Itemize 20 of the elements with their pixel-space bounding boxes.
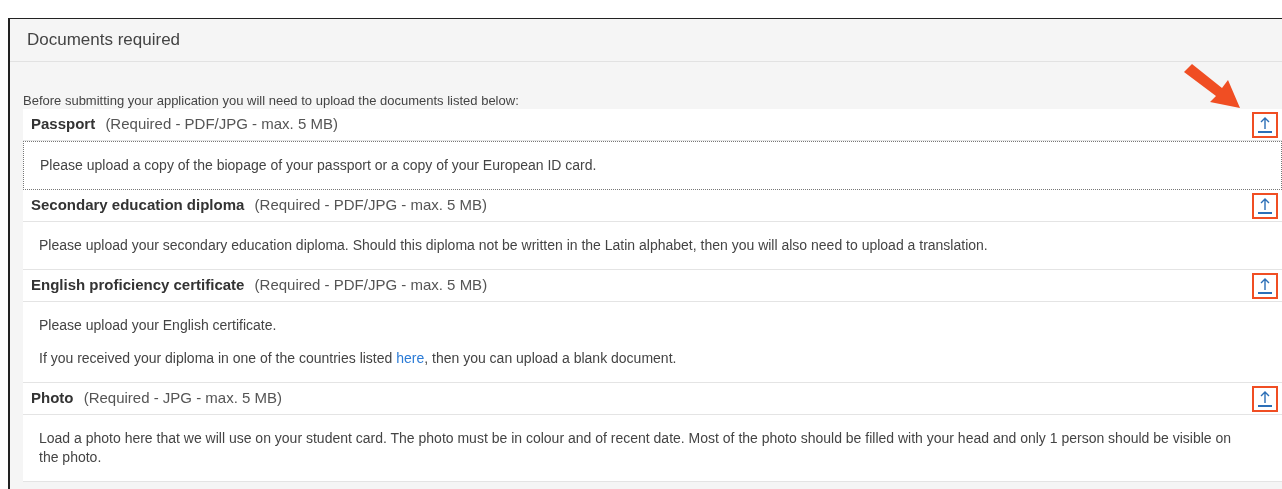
document-title: English proficiency certificate (Required - PDF/JPG - max. 5 MB) — [31, 275, 488, 296]
document-description: Please upload your secondary education diploma. Should this diploma not be written in the Latin alphabet, then you will also need to upload a translation. — [39, 236, 989, 255]
document-description: Load a photo here that we will use on your student card. The photo must be in colour and of recent date. Most of the photo should be filled with your head and only 1 person should be visible on the photo. — [39, 429, 1233, 467]
document-description: Please upload your English certificate. — [39, 316, 278, 335]
document-description: If you received your diploma in one of the countries listed here, then you can upload a blank document. — [39, 349, 678, 368]
document-description: Please upload a copy of the biopage of your passport or a copy of your European ID card. — [40, 156, 598, 175]
upload-icon — [1257, 389, 1273, 408]
panel-title: Documents required — [27, 29, 181, 52]
intro-text: Before submitting your application you will need to upload the documents listed below: — [23, 93, 520, 109]
document-title: Secondary education diploma (Required - PDF/JPG - max. 5 MB) — [31, 195, 488, 216]
upload-button[interactable] — [1252, 385, 1278, 412]
upload-button[interactable] — [1252, 111, 1278, 138]
upload-icon — [1257, 196, 1273, 215]
upload-button[interactable] — [1252, 192, 1278, 219]
here-link[interactable]: here — [396, 350, 425, 366]
document-title: Photo (Required - JPG - max. 5 MB) — [31, 388, 283, 409]
document-title: Passport (Required - PDF/JPG - max. 5 MB) — [31, 114, 338, 135]
upload-icon — [1257, 276, 1273, 295]
upload-icon — [1257, 115, 1273, 134]
upload-button[interactable] — [1252, 272, 1278, 299]
